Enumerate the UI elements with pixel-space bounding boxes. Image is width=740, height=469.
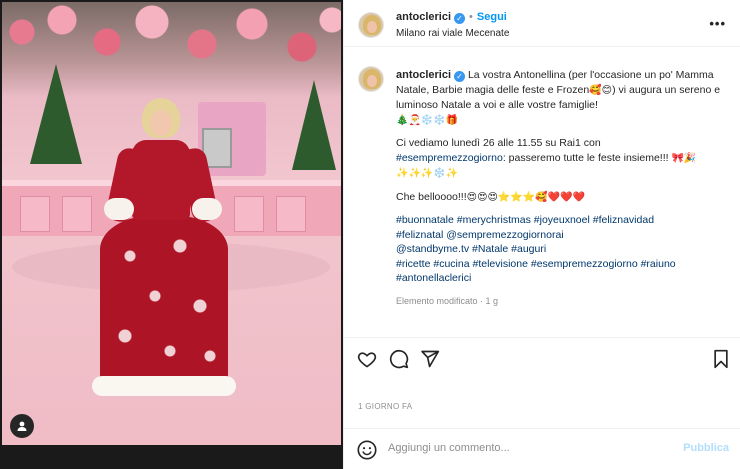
hashtag-link[interactable]: #joyeuxnoel (534, 214, 590, 226)
username-link[interactable]: antoclerici (396, 11, 451, 23)
hashtag-link[interactable]: #Natale (472, 243, 508, 255)
mention-link[interactable]: @standbyme.tv (396, 243, 469, 255)
verified-badge-icon: ✓ (454, 13, 466, 24)
caption-paragraph-3: Che belloooo!!!😍😍😍⭐⭐⭐🥰❤️❤️❤️ (396, 190, 726, 206)
comment-icon[interactable] (388, 348, 410, 370)
caption-emoji-line-1: 🎄🎅❄️❄️🎁 (396, 114, 459, 126)
hashtag-link[interactable]: #televisione (472, 258, 527, 270)
avatar[interactable] (358, 12, 384, 38)
hashtag-link[interactable]: #antonellaclerici (396, 272, 471, 284)
caption-paragraph-1: antoclerici ✓ La vostra Antonellina (per … (396, 68, 726, 128)
separator: • (469, 11, 473, 23)
hashtag-link[interactable]: #merychristmas (457, 214, 531, 226)
hashtag-link[interactable]: #feliznavidad (593, 214, 654, 226)
header-line: antoclerici ✓ • Segui (396, 11, 507, 24)
caption-text: antoclerici ✓ La vostra Antonellina (per … (396, 68, 726, 308)
caption-text-3: Che belloooo!!! (396, 190, 467, 203)
hashtag-link[interactable]: #raiuno (641, 258, 676, 270)
bookmark-icon[interactable] (710, 348, 732, 370)
verified-badge-icon: ✓ (454, 71, 466, 82)
post-image[interactable] (2, 2, 341, 445)
caption-avatar[interactable] (358, 66, 384, 92)
hashtag-link[interactable]: #cucina (433, 258, 469, 270)
post-header: antoclerici ✓ • Segui Milano rai viale Mece… (344, 0, 740, 47)
action-bar (344, 340, 740, 380)
hashtag-link[interactable]: #auguri (511, 243, 546, 255)
caption-username-link[interactable]: antoclerici (396, 69, 451, 81)
location-link[interactable]: Milano rai viale Mecenate (396, 28, 509, 39)
heart-icon[interactable] (356, 348, 378, 370)
caption-emoji-3: 😍😍😍⭐⭐⭐🥰❤️❤️❤️ (466, 191, 586, 203)
christmas-tree-left (30, 64, 82, 164)
woman-in-red-dress (90, 98, 240, 398)
tagged-user-icon[interactable] (10, 414, 34, 438)
caption-emoji-line-2: ✨✨✨❄️✨ (396, 168, 459, 179)
caption-emoji-2: 🎀🎉 (671, 152, 697, 164)
hashtag-link[interactable]: #esempremezzogiorno (531, 258, 638, 270)
paper-plane-icon[interactable] (419, 348, 441, 370)
post-photo[interactable] (0, 0, 343, 469)
hashtag-link[interactable]: #esempremezzogiorno (396, 152, 503, 164)
hashtag-link[interactable]: #ricette (396, 258, 430, 270)
christmas-tree-right (292, 80, 336, 170)
more-options-icon[interactable]: ••• (709, 16, 726, 31)
comment-bar: Aggiungi un commento... Pubblica (344, 428, 740, 469)
caption-emoji-1: 🥰😊 (589, 84, 613, 96)
post-date[interactable]: 1 GIORNO FA (358, 402, 412, 411)
caption-text-2: Ci vediamo lunedì 26 alle 11.55 su Rai1 … (396, 137, 601, 149)
caption-paragraph-2: Ci vediamo lunedì 26 alle 11.55 su Rai1 … (396, 136, 726, 182)
caption-text-2-tail: : passeremo tutte le feste insieme!!! (502, 151, 672, 164)
follow-button[interactable]: Segui (477, 11, 507, 23)
edited-label: Elemento modificato · 1 g (396, 295, 499, 306)
hashtag-link[interactable]: #feliznatal (396, 229, 443, 241)
mention-link[interactable]: @sempremezzogiornorai (446, 229, 563, 241)
hashtag-list: #buonnatale #merychristmas #joyeuxnoel #… (396, 213, 726, 286)
hashtag-link[interactable]: #buonnatale (396, 214, 454, 226)
post-side-panel: antoclerici ✓ • Segui Milano rai viale Mece… (343, 0, 740, 469)
caption-area: antoclerici ✓ La vostra Antonellina (per … (344, 48, 740, 338)
smiley-icon[interactable] (356, 439, 378, 461)
publish-button[interactable]: Pubblica (683, 442, 729, 454)
comment-input[interactable]: Aggiungi un commento... (388, 442, 510, 454)
